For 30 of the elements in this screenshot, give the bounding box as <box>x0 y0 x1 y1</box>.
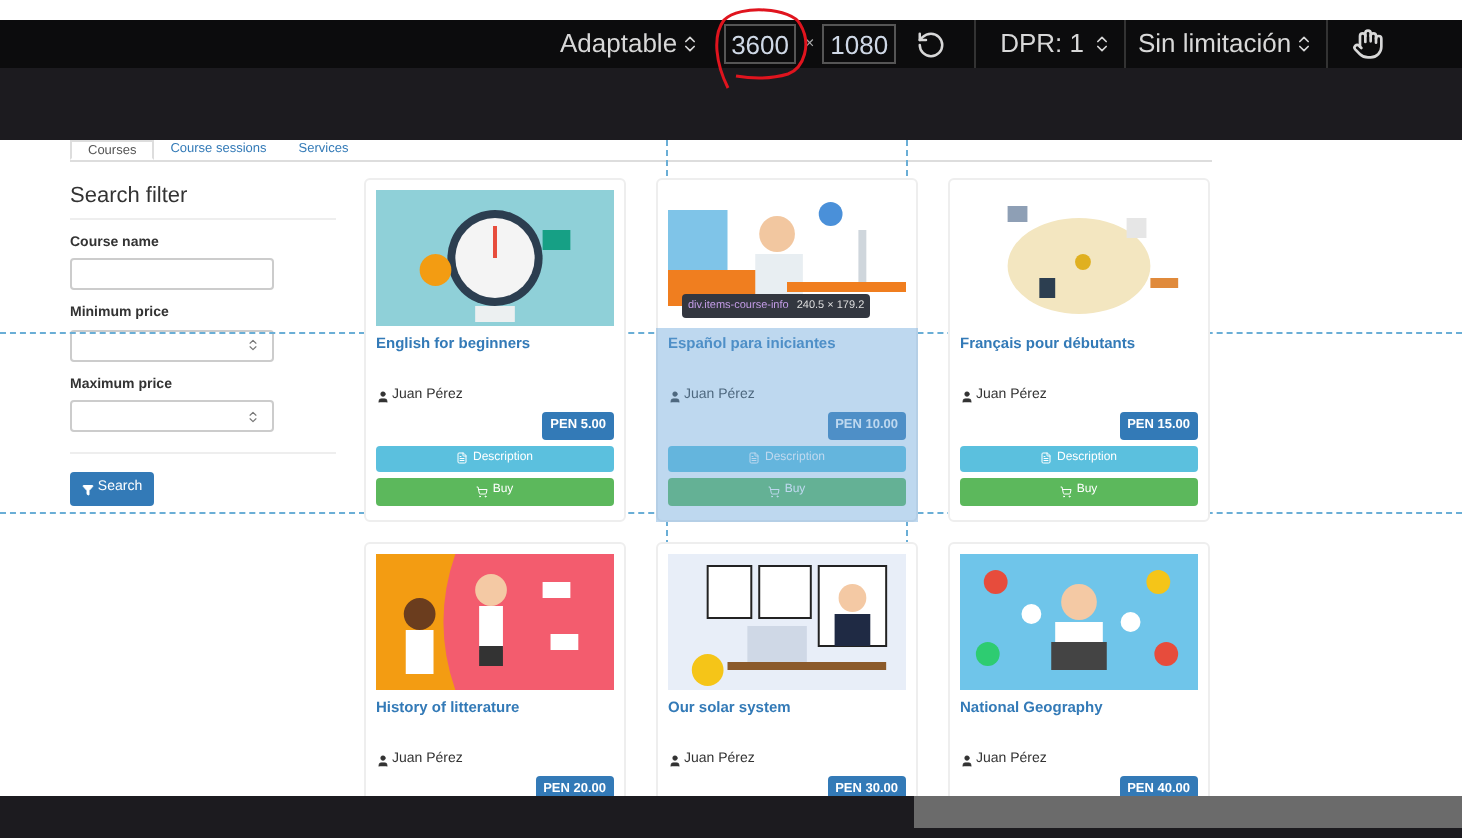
text-field[interactable] <box>70 258 274 290</box>
cart-icon <box>1060 485 1073 498</box>
device-select[interactable]: Adaptable <box>560 24 700 64</box>
throttle-select[interactable]: Sin limitación <box>1137 24 1314 64</box>
spinner-icon[interactable] <box>246 338 260 352</box>
document-icon <box>1040 452 1053 465</box>
width-field[interactable]: 3600 <box>723 24 797 64</box>
updown-icon <box>1091 34 1112 54</box>
dpr-select[interactable]: DPR: 1 <box>1000 24 1112 64</box>
document-icon <box>748 452 761 465</box>
updown-icon <box>679 34 700 54</box>
cart-icon <box>476 485 489 498</box>
user-icon <box>960 389 974 403</box>
filter-title: Search filter <box>70 180 336 219</box>
filter-icon <box>81 483 94 495</box>
updown-icon <box>1293 34 1314 54</box>
rotate-icon[interactable] <box>916 29 947 59</box>
user-icon <box>376 753 390 767</box>
height-field[interactable]: 1080 <box>822 24 897 64</box>
touch-icon[interactable] <box>1351 28 1384 60</box>
user-icon <box>668 389 682 403</box>
user-icon <box>960 753 974 767</box>
number-field[interactable] <box>70 400 274 432</box>
user-icon <box>376 389 390 403</box>
user-icon <box>668 753 682 767</box>
number-field[interactable] <box>70 329 274 361</box>
document-icon <box>456 452 469 465</box>
spinner-icon[interactable] <box>246 409 260 423</box>
scrollbar-thumb[interactable] <box>914 796 1462 828</box>
cart-icon <box>768 485 781 498</box>
